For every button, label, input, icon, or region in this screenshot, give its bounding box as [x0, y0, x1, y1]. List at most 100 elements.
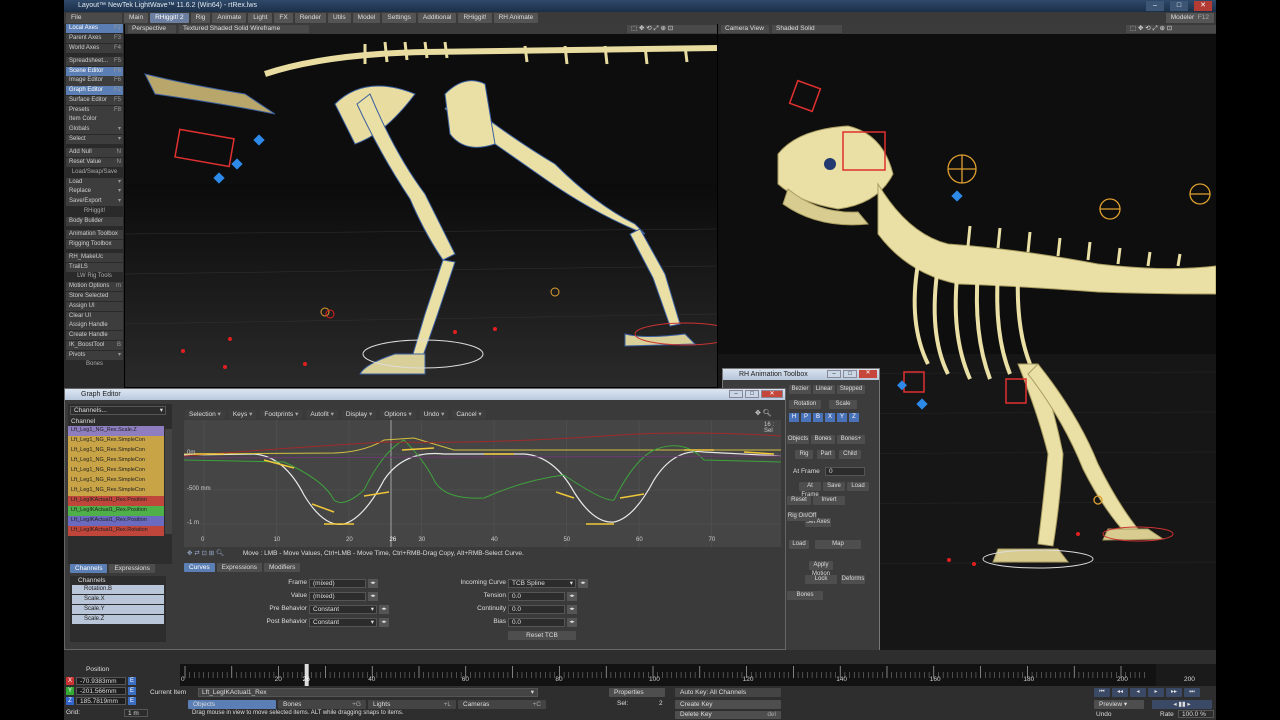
- properties-button[interactable]: Properties: [609, 688, 665, 697]
- toolbar-item-assign-handle[interactable]: Assign Handle: [66, 321, 123, 331]
- rh-button-lock[interactable]: Apply Motion: [809, 561, 833, 577]
- rh-button-invert[interactable]: Reset: [787, 496, 811, 505]
- channel-row[interactable]: Lft_Leg1_NG_Rex.SimpleCon: [68, 446, 164, 456]
- toolbar-item-load[interactable]: Load ▾: [66, 177, 123, 187]
- tab-modifiers[interactable]: Modifiers: [264, 563, 301, 572]
- frame-field[interactable]: (mixed): [309, 579, 366, 588]
- channel-row[interactable]: Lft_Leg1_NG_Rex.SimpleCon: [68, 486, 164, 496]
- tab-rh-animate[interactable]: RH Animate: [493, 13, 539, 23]
- item-type-cameras[interactable]: Cameras +C: [458, 700, 546, 709]
- toolbar-item-item-color[interactable]: Item Color: [66, 115, 123, 125]
- rh-button-rig-on-off[interactable]: Bones: [787, 591, 823, 600]
- pre-behavior-spinner[interactable]: ◂▸: [379, 605, 389, 614]
- curve-graph[interactable]: 0m -500 mm -1 m 16 : Sel: [183, 420, 785, 547]
- rh-button-objects[interactable]: Objects: [787, 435, 809, 444]
- minimize-button[interactable]: –: [1146, 1, 1164, 11]
- graph-tool-icons[interactable]: ✥ ⇄ ⊡ ⊞ 🔍︎: [187, 549, 241, 558]
- tab-animate[interactable]: Animate: [212, 13, 247, 23]
- bias-spinner[interactable]: ◂▸: [567, 618, 577, 627]
- auto-key-toggle[interactable]: Auto Key: All Channels: [675, 688, 781, 697]
- zoom-pan-icons[interactable]: ✥ 🔍︎: [755, 409, 772, 417]
- tab-render[interactable]: Render: [294, 13, 327, 23]
- tab-channels[interactable]: Channels: [70, 564, 108, 573]
- rh-button-map[interactable]: Load: [789, 540, 809, 549]
- rh-button-load[interactable]: Save: [823, 482, 845, 491]
- toolbar-item-rigging-toolbox[interactable]: Rigging Toolbox: [66, 239, 123, 249]
- toolbar-item-add-null[interactable]: Add Null N: [66, 148, 123, 158]
- end-frame-field[interactable]: 200: [1156, 664, 1216, 686]
- toolbar-item-spreadsheet-[interactable]: Spreadsheet... F5: [66, 56, 123, 66]
- axis-button-x[interactable]: X: [825, 413, 835, 422]
- item-type-objects[interactable]: Objects: [188, 700, 276, 709]
- toolbar-item-motion-options[interactable]: Motion Options m: [66, 282, 123, 292]
- tension-spinner[interactable]: ◂▸: [567, 592, 577, 601]
- tab-model[interactable]: Model: [352, 13, 381, 23]
- maximize-button[interactable]: □: [1170, 1, 1188, 11]
- toolbar-item-traills[interactable]: TrailLS: [66, 262, 123, 272]
- rh-button-bones[interactable]: Deforms: [841, 575, 865, 584]
- next-key-button[interactable]: ▸▸: [1166, 688, 1182, 697]
- close-button[interactable]: ✕: [859, 370, 877, 378]
- rh-button-child[interactable]: Child: [839, 450, 861, 459]
- channel-row[interactable]: Lft_LegIKActual1_Rex.Position: [68, 516, 164, 526]
- shading-dropdown[interactable]: Textured Shaded Solid Wireframe: [179, 25, 309, 33]
- channel-list-item[interactable]: Scale.Y: [72, 605, 164, 614]
- view-type-dropdown[interactable]: Camera View: [721, 25, 769, 33]
- toolbar-item-create-handle[interactable]: Create Handle: [66, 331, 123, 341]
- delete-key-button[interactable]: Delete Key del: [675, 711, 781, 719]
- graph-menu-keys[interactable]: Keys ▾: [228, 409, 257, 419]
- rh-button-linear[interactable]: Linear: [813, 385, 835, 394]
- tab-rhiggit-[interactable]: RHiggit!: [458, 13, 492, 23]
- tab-expressions[interactable]: Expressions: [216, 563, 262, 572]
- rh-button-keyframe[interactable]: Rig On/Off: [787, 512, 817, 521]
- close-button[interactable]: ✕: [761, 390, 783, 398]
- rh-button-deforms[interactable]: Lock: [805, 575, 837, 584]
- at-frame-field[interactable]: 0: [825, 467, 865, 476]
- channel-list-item[interactable]: Scale.X: [72, 595, 164, 604]
- viewport-controls[interactable]: ⬚ ✥ ⟲ ⤢ ⊕ ⊡: [1126, 25, 1216, 33]
- toolbar-item-animation-toolbox[interactable]: Animation Toolbox: [66, 229, 123, 240]
- toolbar-item-world-axes[interactable]: World Axes F4: [66, 43, 123, 53]
- close-button[interactable]: ✕: [1194, 1, 1212, 11]
- toolbar-item-presets[interactable]: Presets F8: [66, 105, 123, 115]
- channel-row[interactable]: Lft_LegIKActual1_Rex.Position: [68, 496, 164, 506]
- file-menu[interactable]: File: [66, 13, 122, 23]
- last-frame-button[interactable]: ⏭: [1184, 688, 1200, 697]
- rh-button-apply-motion[interactable]: Map: [815, 540, 861, 549]
- toolbar-item-ik-boosttool[interactable]: IK_BoostTool B: [66, 340, 123, 351]
- toolbar-item-clear-ui[interactable]: Clear UI: [66, 311, 123, 321]
- rate-field[interactable]: 100.0 %: [1178, 710, 1214, 718]
- graph-menu-undo[interactable]: Undo ▾: [419, 409, 449, 419]
- tab-curves[interactable]: Curves: [184, 563, 215, 572]
- rh-button-part[interactable]: Part: [817, 450, 835, 459]
- item-type-lights[interactable]: Lights +L: [368, 700, 456, 709]
- axis-button-y[interactable]: Y: [837, 413, 847, 422]
- minimize-button[interactable]: –: [827, 370, 841, 378]
- axis-button-h[interactable]: H: [789, 413, 799, 422]
- toolbar-item-rh-makeuc[interactable]: RH_MakeUc: [66, 252, 123, 262]
- channels-dropdown[interactable]: Channels... ▾: [70, 406, 166, 415]
- channel-row[interactable]: Lft_Leg1_NG_Rex.Scale.Z: [68, 426, 164, 436]
- prev-key-button[interactable]: ◂◂: [1112, 688, 1128, 697]
- bias-field[interactable]: 0.0: [508, 618, 565, 627]
- value-spinner[interactable]: ◂▸: [368, 592, 378, 601]
- toolbar-item-image-editor[interactable]: Image Editor F6: [66, 76, 123, 86]
- toolbar-item-pivots[interactable]: Pivots ▾: [66, 350, 123, 360]
- item-type-bones[interactable]: Bones +G: [278, 700, 366, 709]
- channel-list-item[interactable]: Scale.Z: [72, 615, 164, 624]
- rh-button-bones[interactable]: Bones: [811, 435, 835, 444]
- rh-button-bezier[interactable]: Bezier: [789, 385, 811, 394]
- graph-menu-footprints[interactable]: Footprints ▾: [260, 409, 303, 419]
- grid-field[interactable]: 1 m: [124, 709, 148, 717]
- post-behavior-spinner[interactable]: ◂▸: [379, 618, 389, 627]
- axis-button-b[interactable]: B: [813, 413, 823, 422]
- tension-field[interactable]: 0.0: [508, 592, 565, 601]
- incoming-curve-spinner[interactable]: ◂▸: [578, 579, 588, 588]
- maximize-button[interactable]: □: [843, 370, 857, 378]
- position-z-field[interactable]: 185.7819mm: [76, 697, 126, 705]
- tab-fx[interactable]: FX: [274, 13, 293, 23]
- channel-list-item[interactable]: Rotation.B: [72, 585, 164, 594]
- first-frame-button[interactable]: ⏮: [1094, 688, 1110, 697]
- tab-expressions[interactable]: Expressions: [109, 564, 155, 573]
- toolbar-item-save-export[interactable]: Save/Export ▾: [66, 197, 123, 207]
